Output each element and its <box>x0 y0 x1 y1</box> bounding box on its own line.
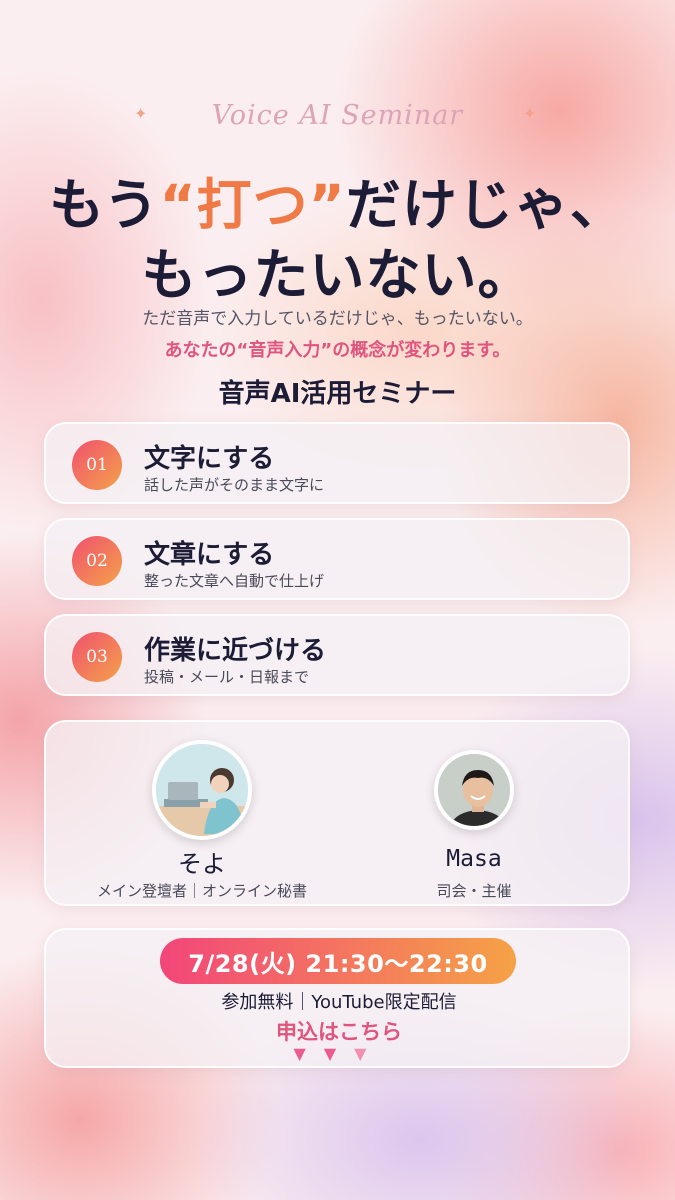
feature-subtitle: 話した声がそのまま文字に <box>144 476 325 494</box>
feature-title: 文章にする <box>144 540 275 570</box>
speaker-role: メイン登壇者｜オンライン秘書 <box>96 882 307 900</box>
feature-subtitle: 投稿・メール・日報まで <box>144 668 310 686</box>
feature-title: 作業に近づける <box>144 636 327 666</box>
feature-number: 03 <box>72 632 122 682</box>
seminar-title: 音声AI活用セミナー <box>218 379 457 409</box>
avatar-illustration-icon <box>156 744 248 836</box>
subline-accent: あなたの“音声入力”の概念が変わります。 <box>164 340 511 361</box>
speaker-role: 司会・主催 <box>436 882 512 900</box>
speakers-card: そよ Masa メイン登壇者｜オンライン秘書 司会・主催 <box>44 720 630 906</box>
feature-number: 01 <box>72 440 122 490</box>
speaker-name: そよ <box>178 850 226 878</box>
avatar <box>434 750 514 830</box>
subline: ただ音声で入力しているだけじゃ、もったいない。 <box>142 309 533 329</box>
apply-link[interactable]: 申込はこちら <box>46 1016 632 1046</box>
event-date-badge: 7/28(火) 21:30〜22:30 <box>160 938 516 984</box>
down-triangle-icon: ▼ <box>293 1044 324 1063</box>
feature-number: 02 <box>72 536 122 586</box>
event-info: 参加無料｜YouTube限定配信 <box>221 992 457 1013</box>
headline-line-1: もう“打つ”だけじゃ、 <box>0 160 675 240</box>
feature-card-3: 03 作業に近づける 投稿・メール・日報まで <box>44 614 630 696</box>
down-triangle-icon: ▼ <box>323 1044 355 1063</box>
down-triangle-icon: ▼ <box>354 1044 385 1063</box>
speaker-name: Masa <box>446 846 502 872</box>
headline-accent: “打つ” <box>159 173 346 237</box>
feature-title: 文字にする <box>144 444 275 474</box>
feature-card-1: 01 文字にする 話した声がそのまま文字に <box>44 422 630 504</box>
feature-card-2: 02 文章にする 整った文章へ自動で仕上げ <box>44 518 630 600</box>
down-arrows: ▼▼▼ <box>46 1044 632 1063</box>
avatar <box>152 740 252 840</box>
headline-line-2: もったいない。 <box>141 243 534 307</box>
feature-subtitle: 整った文章へ自動で仕上げ <box>144 572 325 590</box>
event-card: 7/28(火) 21:30〜22:30 参加無料｜YouTube限定配信 申込は… <box>44 928 630 1068</box>
headline-part-1: もう <box>49 173 160 237</box>
avatar-photo-icon <box>438 754 510 826</box>
headline-part-2: だけじゃ、 <box>345 173 626 237</box>
eyebrow-title: Voice AI Seminar <box>211 100 464 131</box>
